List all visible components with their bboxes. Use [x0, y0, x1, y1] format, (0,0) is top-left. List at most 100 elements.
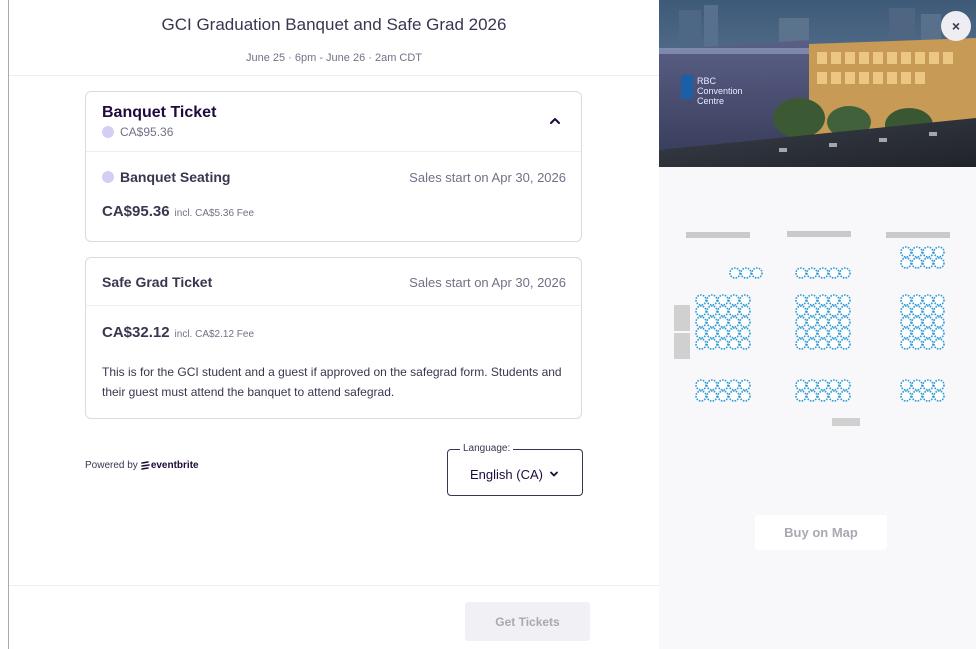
seat-table: [828, 327, 840, 339]
seat-table: [911, 257, 923, 269]
seat-table: [933, 316, 945, 328]
checkout-footer: Get Tickets: [9, 585, 659, 649]
seat-table: [933, 327, 945, 339]
ticket-price-summary: CA$95.36: [102, 125, 173, 139]
seat-table: [828, 294, 840, 306]
seat-table: [806, 327, 818, 339]
price: CA$95.36: [102, 203, 170, 220]
seat-table: [795, 379, 807, 391]
language-select[interactable]: Language: English (CA): [447, 443, 583, 496]
seat-table: [933, 390, 945, 402]
seat-table: [839, 379, 851, 391]
seat-table: [739, 338, 751, 350]
event-header: GCI Graduation Banquet and Safe Grad 202…: [9, 0, 659, 76]
seat-table: [717, 379, 729, 391]
venue-panel: RBC Convention Centre × Buy on Map: [659, 0, 976, 649]
seat-table: [922, 379, 934, 391]
ticket-description: This is for the GCI student and a guest …: [102, 365, 562, 399]
seat-table: [839, 338, 851, 350]
side-block: [674, 333, 690, 359]
seat-table: [900, 246, 912, 258]
venue-sign-text: RBC: [697, 76, 717, 86]
seat-table: [933, 294, 945, 306]
seat-table: [706, 327, 718, 339]
stage-bar: [686, 232, 750, 238]
eventbrite-icon: [141, 460, 150, 470]
seat-table: [933, 257, 945, 269]
seat-table: [828, 338, 840, 350]
seat-table: [728, 294, 740, 306]
seat-table: [740, 267, 752, 279]
seat-table: [795, 294, 807, 306]
eventbrite-logo[interactable]: eventbrite: [141, 460, 199, 471]
seat-table: [817, 338, 829, 350]
ticket-card-header: Safe Grad Ticket Sales start on Apr 30, …: [86, 258, 581, 306]
seat-table: [806, 294, 818, 306]
seat-table: [695, 327, 707, 339]
seat-table: [728, 390, 740, 402]
powered-by: Powered by eventbrite: [85, 460, 199, 471]
seat-table: [828, 305, 840, 317]
seat-table: [839, 316, 851, 328]
ticket-color-dot: [102, 126, 114, 138]
fee: incl. CA$2.12 Fee: [174, 329, 255, 340]
seat-table: [911, 390, 923, 402]
seat-table: [695, 316, 707, 328]
seat-table: [728, 379, 740, 391]
ticket-name: Safe Grad Ticket: [102, 274, 213, 290]
seat-table: [739, 379, 751, 391]
seat-table: [717, 305, 729, 317]
side-block: [674, 305, 690, 331]
seat-table: [933, 379, 945, 391]
svg-text:Convention: Convention: [697, 86, 743, 96]
seat-table: [806, 267, 818, 279]
seat-table: [739, 327, 751, 339]
seat-table: [806, 338, 818, 350]
sales-start-text: Sales start on Apr 30, 2026: [409, 275, 566, 290]
sales-start-text: Sales start on Apr 30, 2026: [409, 170, 566, 185]
ticket-price: CA$95.36: [120, 125, 174, 139]
seat-table: [900, 294, 912, 306]
event-date: June 25 · 6pm - June 26 · 2am CDT: [245, 52, 423, 64]
seat-table: [795, 305, 807, 317]
seat-table: [717, 294, 729, 306]
seat-table: [706, 379, 718, 391]
seat-table: [817, 267, 829, 279]
seat-table: [922, 338, 934, 350]
seat-table: [911, 305, 923, 317]
seat-table: [839, 390, 851, 402]
seat-table: [728, 305, 740, 317]
seat-table: [817, 316, 829, 328]
close-button[interactable]: ×: [941, 11, 971, 41]
seat-table: [717, 316, 729, 328]
seat-table: [739, 390, 751, 402]
language-value: English (CA): [470, 467, 543, 482]
seat-table: [839, 267, 851, 279]
ticket-card-header[interactable]: Banquet Ticket CA$95.36: [86, 92, 581, 152]
seat-table: [728, 327, 740, 339]
seat-table: [828, 316, 840, 328]
seat-table: [933, 305, 945, 317]
seat-table: [839, 305, 851, 317]
seat-table: [706, 390, 718, 402]
chevron-up-icon[interactable]: [547, 113, 563, 129]
seat-table: [728, 316, 740, 328]
price-row: CA$95.36 incl. CA$5.36 Fee: [102, 203, 254, 220]
seat-table: [717, 338, 729, 350]
seat-table: [933, 338, 945, 350]
get-tickets-button[interactable]: Get Tickets: [465, 602, 590, 641]
seat-table: [706, 305, 718, 317]
seat-table: [817, 305, 829, 317]
seat-table: [806, 305, 818, 317]
eventbrite-wordmark: eventbrite: [150, 460, 199, 471]
language-label: Language:: [460, 443, 514, 454]
seat-table: [817, 379, 829, 391]
seat-table: [828, 390, 840, 402]
price-row: CA$32.12 incl. CA$2.12 Fee: [102, 324, 254, 341]
seat-table: [806, 390, 818, 402]
sub-ticket-label: Banquet Seating: [120, 169, 231, 185]
seating-map[interactable]: [669, 225, 976, 435]
seat-table: [806, 316, 818, 328]
buy-on-map-button[interactable]: Buy on Map: [755, 515, 887, 550]
seat-table: [739, 294, 751, 306]
